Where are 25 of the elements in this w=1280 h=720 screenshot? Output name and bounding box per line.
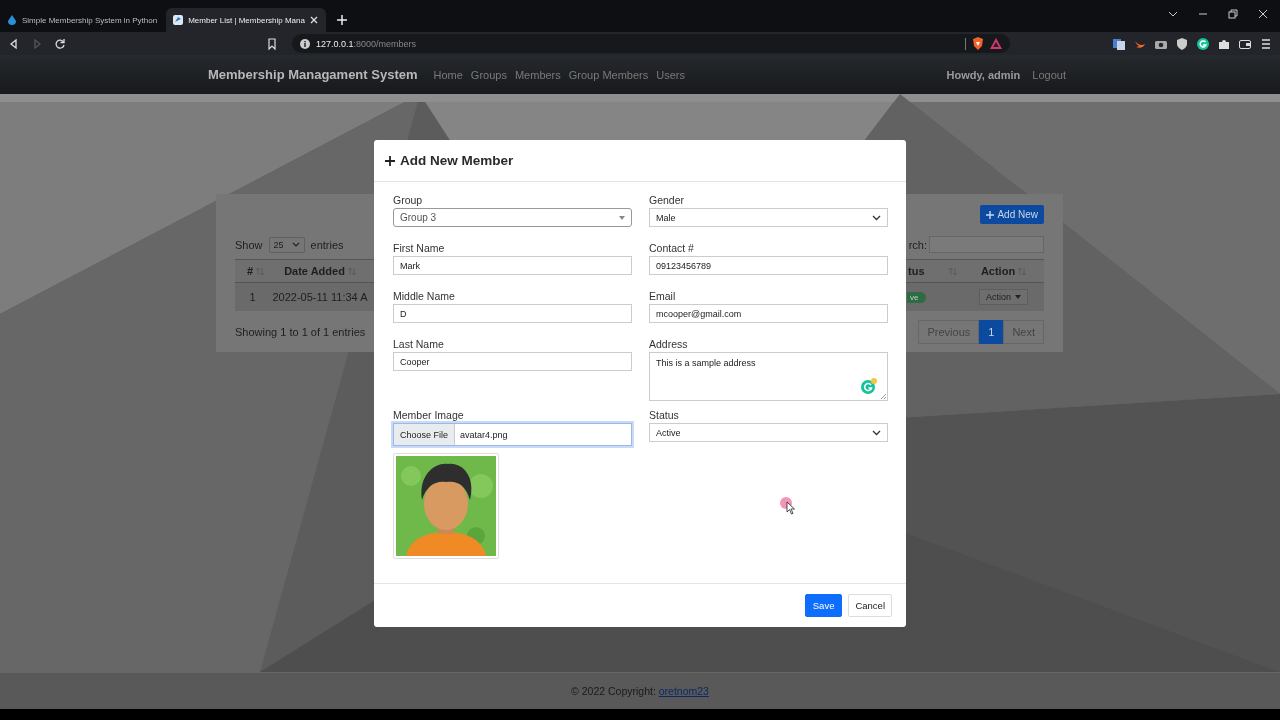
page-icon — [173, 15, 184, 25]
reload-icon[interactable] — [54, 37, 66, 50]
shield-icon[interactable] — [1176, 37, 1188, 50]
browser-tab[interactable]: Simple Membership System in Python — [0, 8, 165, 32]
triangle-icon[interactable] — [990, 38, 1002, 49]
translate-icon[interactable] — [1113, 37, 1125, 50]
nav-link[interactable]: Users — [656, 68, 685, 81]
wallet-icon[interactable] — [1239, 37, 1251, 50]
restore-icon[interactable] — [1225, 6, 1241, 22]
browser-tab[interactable]: Member List | Membership Mana — [166, 8, 327, 32]
brand-title[interactable]: Membership Managament System — [208, 67, 418, 82]
user-greeting: Howdy, admin — [946, 68, 1021, 81]
nav-link[interactable]: Members — [514, 68, 561, 81]
info-icon — [300, 38, 310, 49]
back-icon[interactable] — [8, 37, 20, 50]
nav-link[interactable]: Group Members — [568, 68, 649, 81]
menu-icon[interactable] — [1260, 37, 1272, 50]
close-icon[interactable] — [309, 16, 318, 24]
drop-icon — [7, 15, 17, 25]
nav-link[interactable]: Groups — [470, 68, 507, 81]
nav-link[interactable]: Home — [433, 68, 463, 81]
bookmark-icon[interactable] — [267, 37, 277, 50]
copyright-text: © 2022 Copyright: oretnom23 — [571, 685, 709, 697]
g-circle-icon[interactable] — [1197, 37, 1209, 50]
logout-link[interactable]: Logout — [1032, 68, 1066, 81]
